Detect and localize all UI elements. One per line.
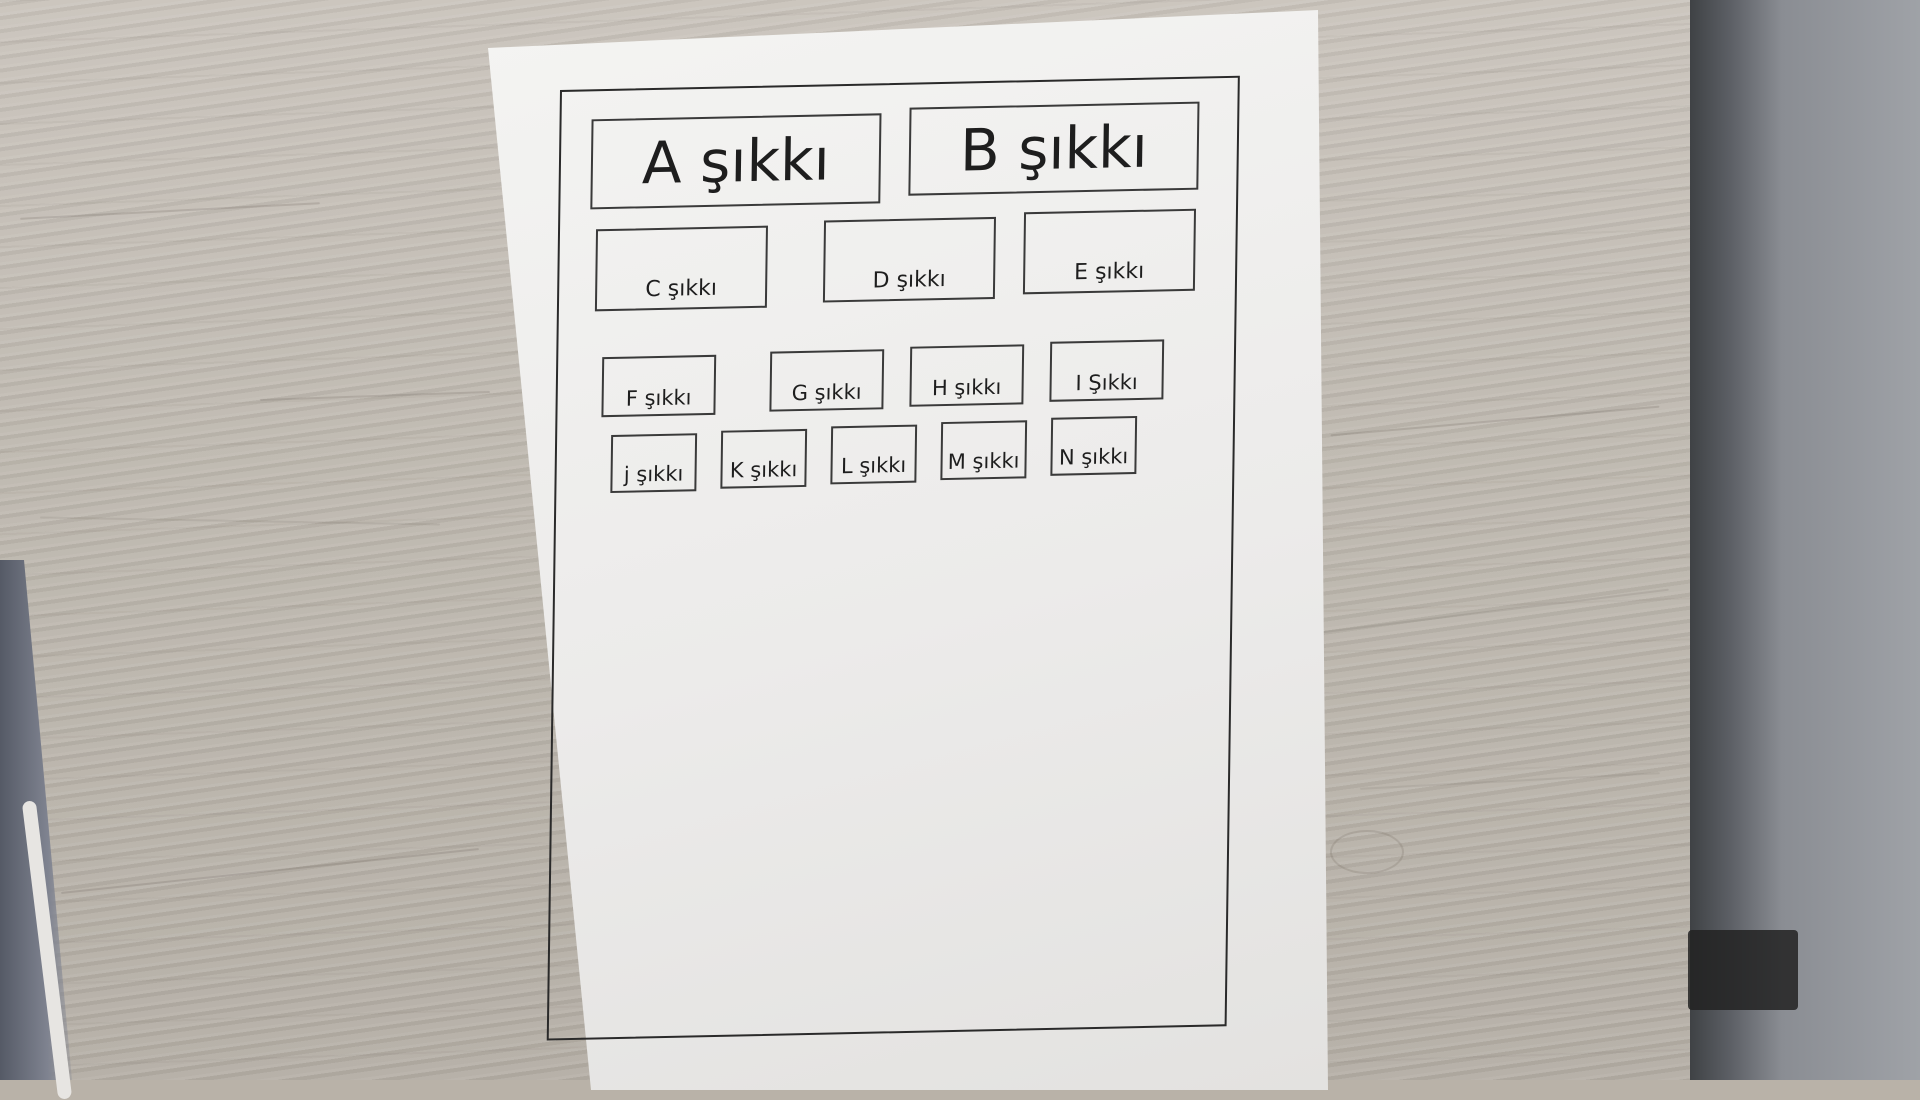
- wood-grain: [61, 848, 479, 894]
- option-m-label: M şıkkı: [947, 448, 1020, 474]
- wood-grain: [1321, 588, 1669, 634]
- option-a-label: A şıkkı: [641, 125, 831, 198]
- answer-sheet: A şıkkı B şıkkı C şıkkı D şıkkı E şıkkı …: [546, 75, 1240, 1041]
- wood-grain: [1360, 772, 1660, 790]
- option-f-box[interactable]: F şıkkı: [601, 354, 717, 418]
- option-n-box[interactable]: N şıkkı: [1050, 415, 1138, 476]
- option-b-label: B şıkkı: [959, 112, 1149, 185]
- option-d-box[interactable]: D şıkkı: [822, 216, 997, 303]
- wood-grain: [40, 516, 440, 526]
- option-k-label: K şıkkı: [729, 457, 798, 483]
- wood-grain: [1330, 405, 1660, 437]
- wood-grain: [260, 390, 490, 402]
- option-j-box[interactable]: j şıkkı: [610, 433, 698, 494]
- option-b-box[interactable]: B şıkkı: [908, 101, 1200, 196]
- option-i-box[interactable]: I Şıkkı: [1049, 339, 1165, 402]
- dark-object: [1688, 930, 1798, 1010]
- option-h-label: H şıkkı: [931, 374, 1002, 401]
- option-l-box[interactable]: L şıkkı: [830, 424, 918, 485]
- option-j-label: j şıkkı: [623, 461, 684, 487]
- option-g-label: G şıkkı: [791, 379, 862, 406]
- option-c-box[interactable]: C şıkkı: [594, 225, 768, 312]
- option-n-label: N şıkkı: [1058, 444, 1129, 470]
- option-d-label: D şıkkı: [872, 266, 946, 294]
- option-l-label: L şıkkı: [840, 452, 907, 479]
- option-e-box[interactable]: E şıkkı: [1022, 208, 1197, 295]
- option-m-box[interactable]: M şıkkı: [940, 420, 1028, 481]
- option-e-label: E şıkkı: [1073, 258, 1145, 286]
- option-f-label: F şıkkı: [625, 385, 692, 411]
- wood-grain: [20, 202, 320, 220]
- option-k-box[interactable]: K şıkkı: [720, 428, 808, 489]
- background-right-edge: [1690, 0, 1920, 1080]
- option-i-label: I Şıkkı: [1075, 369, 1138, 396]
- option-g-box[interactable]: G şıkkı: [769, 349, 885, 412]
- option-c-label: C şıkkı: [645, 275, 718, 303]
- wood-knot: [1330, 830, 1404, 874]
- option-h-box[interactable]: H şıkkı: [909, 344, 1025, 407]
- option-a-box[interactable]: A şıkkı: [590, 113, 882, 210]
